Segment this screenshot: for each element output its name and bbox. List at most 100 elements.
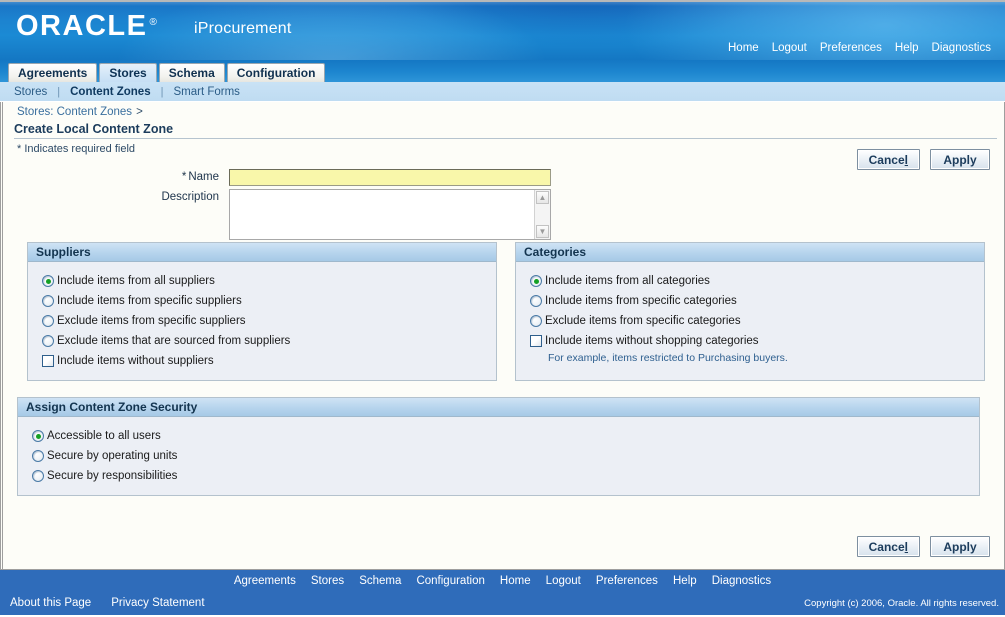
radio-include-specific-categories[interactable]: Include items from specific categories [530,291,984,311]
global-link-preferences[interactable]: Preferences [820,42,882,54]
subnav-separator: | [57,85,61,98]
option-label: Exclude items from specific suppliers [57,315,246,327]
tab-configuration[interactable]: Configuration [226,63,326,82]
radio-icon[interactable] [42,335,54,347]
description-scrollbar[interactable]: ▲ ▼ [534,190,550,239]
description-textarea[interactable] [229,189,551,240]
categories-hint-text: For example, items restricted to Purchas… [548,352,788,364]
option-label: Include items without suppliers [57,355,214,367]
radio-icon[interactable] [530,295,542,307]
radio-include-all-categories[interactable]: Include items from all categories [530,271,984,291]
subnav-item-content-zones[interactable]: Content Zones [70,86,151,98]
radio-exclude-sourced-suppliers[interactable]: Exclude items that are sourced from supp… [42,331,496,351]
radio-include-all-suppliers[interactable]: Include items from all suppliers [42,271,496,291]
apply-button-top[interactable]: Apply [930,149,990,170]
about-this-page-link[interactable]: About this Page [10,597,91,609]
checkbox-include-without-shopping-categories[interactable]: Include items without shopping categorie… [530,331,984,351]
option-label: Exclude items that are sourced from supp… [57,335,291,347]
option-label: Include items from specific suppliers [57,295,242,307]
radio-icon-selected[interactable] [530,275,542,287]
tab-stores[interactable]: Stores [99,63,157,82]
region-panels: Suppliers Include items from all supplie… [3,242,1004,496]
global-link-logout[interactable]: Logout [772,42,807,54]
copyright-text: Copyright (c) 2006, Oracle. All rights r… [804,597,999,609]
checkbox-icon[interactable] [42,355,54,367]
footer-link-stores[interactable]: Stores [311,575,344,587]
apply-button-bottom[interactable]: Apply [930,536,990,557]
option-label: Secure by operating units [47,450,178,462]
scroll-down-icon[interactable]: ▼ [536,225,549,238]
option-label: Include items from all suppliers [57,275,215,287]
radio-secure-by-operating-units[interactable]: Secure by operating units [32,446,979,466]
option-label: Include items from specific categories [545,295,737,307]
panel-row-top: Suppliers Include items from all supplie… [3,242,1004,381]
sub-navigation-bar: Stores | Content Zones | Smart Forms [0,82,1005,102]
footer-link-agreements[interactable]: Agreements [234,575,296,587]
global-link-home[interactable]: Home [728,42,759,54]
scroll-up-icon[interactable]: ▲ [536,191,549,204]
cancel-accesskey-letter: l [904,539,908,554]
radio-exclude-specific-suppliers[interactable]: Exclude items from specific suppliers [42,311,496,331]
footer-link-schema[interactable]: Schema [359,575,401,587]
radio-icon[interactable] [42,295,54,307]
radio-icon-selected[interactable] [32,430,44,442]
footer-link-preferences[interactable]: Preferences [596,575,658,587]
page-footer: Agreements Stores Schema Configuration H… [0,569,1005,615]
subnav-item-smart-forms[interactable]: Smart Forms [173,86,239,98]
registered-trademark-icon: ® [149,17,157,28]
privacy-statement-link[interactable]: Privacy Statement [111,597,204,609]
radio-exclude-specific-categories[interactable]: Exclude items from specific categories [530,311,984,331]
radio-icon[interactable] [32,450,44,462]
page-title: Create Local Content Zone [14,122,997,139]
footer-link-diagnostics[interactable]: Diagnostics [712,575,771,587]
cancel-accesskey-letter: l [904,152,908,167]
tab-agreements[interactable]: Agreements [8,63,98,82]
footer-link-configuration[interactable]: Configuration [416,575,484,587]
security-panel-body: Accessible to all users Secure by operat… [18,417,979,495]
option-label: Exclude items from specific categories [545,315,741,327]
radio-secure-by-responsibilities[interactable]: Secure by responsibilities [32,466,979,486]
form-row-name: * Name [17,169,1004,186]
option-label: Secure by responsibilities [47,470,178,482]
suppliers-panel-header: Suppliers [28,243,496,262]
categories-panel-header: Categories [516,243,984,262]
cancel-button-top[interactable]: Cance l [856,149,920,170]
name-label-text: Name [188,171,219,183]
breadcrumb-separator: > [136,106,143,118]
global-navigation-links: Home Logout Preferences Help Diagnostics [728,42,991,54]
page-content-area: Stores: Content Zones > Create Local Cont… [0,102,1005,569]
subnav-item-stores[interactable]: Stores [14,86,47,98]
radio-include-specific-suppliers[interactable]: Include items from specific suppliers [42,291,496,311]
footer-link-home[interactable]: Home [500,575,531,587]
radio-icon[interactable] [530,315,542,327]
footer-navigation-links: Agreements Stores Schema Configuration H… [0,570,1005,587]
subnav-separator: | [160,85,164,98]
categories-panel-body: Include items from all categories Includ… [516,262,984,373]
name-field-label: * Name [17,169,229,183]
security-panel: Assign Content Zone Security Accessible … [17,397,980,496]
branding-banner: ORACLE ® iProcurement Home Logout Prefer… [0,0,1005,60]
global-link-help[interactable]: Help [895,42,919,54]
security-panel-header: Assign Content Zone Security [18,398,979,417]
footer-link-logout[interactable]: Logout [546,575,581,587]
suppliers-panel: Suppliers Include items from all supplie… [27,242,497,381]
tab-schema[interactable]: Schema [158,63,225,82]
breadcrumb-link-stores-content-zones[interactable]: Stores: Content Zones [17,106,132,118]
main-tab-bar: Agreements Stores Schema Configuration [0,60,1005,82]
description-field-label: Description [161,191,219,203]
checkbox-icon[interactable] [530,335,542,347]
radio-icon[interactable] [32,470,44,482]
content-zone-form: * Name Description ▲ ▼ [3,169,1004,240]
footer-link-help[interactable]: Help [673,575,697,587]
radio-icon-selected[interactable] [42,275,54,287]
cancel-button-bottom[interactable]: Cance l [856,536,920,557]
option-label: Include items from all categories [545,275,710,287]
checkbox-include-without-suppliers[interactable]: Include items without suppliers [42,351,496,371]
global-link-diagnostics[interactable]: Diagnostics [932,42,991,54]
radio-accessible-all-users[interactable]: Accessible to all users [32,426,979,446]
option-label: Accessible to all users [47,430,161,442]
application-title: iProcurement [194,20,292,37]
radio-icon[interactable] [42,315,54,327]
application-window: ORACLE ® iProcurement Home Logout Prefer… [0,0,1005,617]
name-input[interactable] [229,169,551,186]
